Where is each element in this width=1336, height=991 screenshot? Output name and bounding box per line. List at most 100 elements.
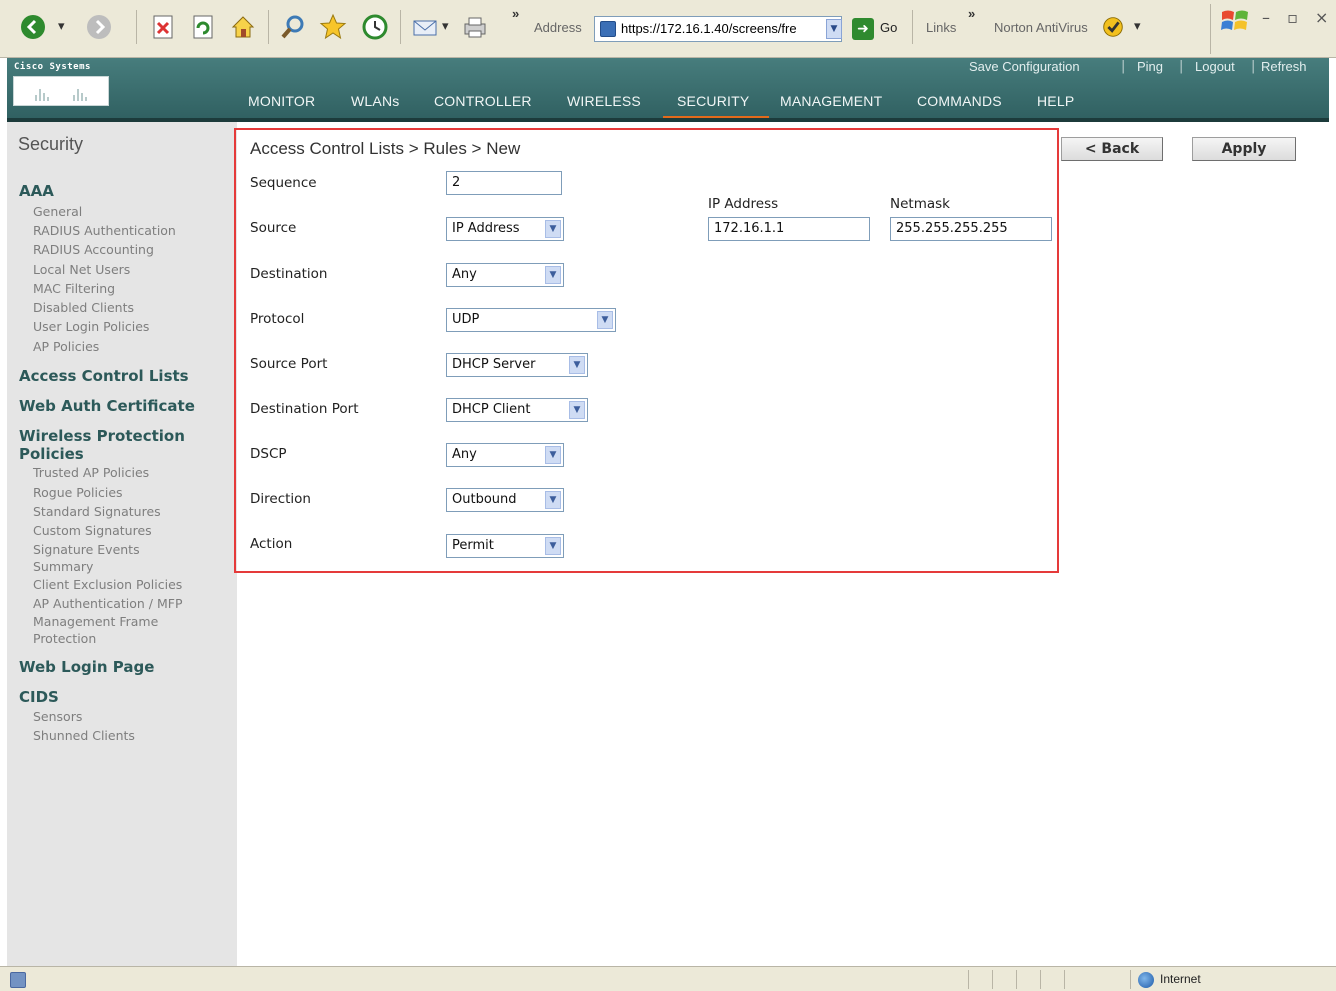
sidebar-item-management-frame[interactable]: Management Frame [33, 614, 158, 629]
sidebar-item-radius-accounting[interactable]: RADIUS Accounting [33, 242, 154, 257]
sidebar-item-user-login-policies[interactable]: User Login Policies [33, 319, 149, 334]
nav-help[interactable]: HELP [1037, 93, 1074, 109]
sidebar-item-sensors[interactable]: Sensors [33, 709, 82, 724]
sidebar-item-general[interactable]: General [33, 204, 82, 219]
search-icon[interactable] [278, 12, 308, 42]
sidebar-item-protection[interactable]: Protection [33, 631, 96, 646]
action-select-value: Permit [452, 538, 494, 553]
sidebar-item-shunned-clients[interactable]: Shunned Clients [33, 728, 135, 743]
chevron-down-icon: ▼ [545, 446, 561, 464]
refresh-icon[interactable] [188, 12, 218, 42]
cisco-logo-icon [13, 76, 109, 106]
sidebar-section-aaa[interactable]: AAA [19, 182, 54, 200]
home-icon[interactable] [228, 12, 258, 42]
ip-address-input[interactable]: 172.16.1.1 [708, 217, 870, 241]
chevron-down-icon: ▼ [569, 356, 585, 374]
sidebar-item-ap-authentication-mfp[interactable]: AP Authentication / MFP [33, 596, 183, 611]
sidebar-section-access-control-lists[interactable]: Access Control Lists [19, 367, 189, 385]
cisco-logo-text: Cisco Systems [14, 62, 91, 72]
netmask-header: Netmask [890, 196, 950, 212]
chevron-down-icon: ▼ [545, 266, 561, 284]
sequence-label: Sequence [250, 175, 317, 191]
norton-icon[interactable] [1100, 14, 1126, 40]
sidebar-item-client-exclusion-policies[interactable]: Client Exclusion Policies [33, 577, 182, 592]
print-icon[interactable] [460, 12, 490, 42]
breadcrumb: Access Control Lists > Rules > New [250, 139, 521, 158]
protocol-label: Protocol [250, 311, 305, 327]
direction-label: Direction [250, 491, 311, 507]
go-button[interactable]: Go [880, 20, 897, 35]
save-configuration-link[interactable]: Save Configuration [969, 59, 1080, 74]
source-select[interactable]: IP Address ▼ [446, 217, 564, 241]
dscp-select-value: Any [452, 447, 477, 462]
action-select[interactable]: Permit ▼ [446, 534, 564, 558]
forward-icon[interactable] [84, 12, 114, 42]
go-icon[interactable]: ➜ [852, 18, 874, 40]
sidebar-title: Security [18, 134, 84, 154]
nav-commands[interactable]: COMMANDS [917, 93, 1002, 109]
sidebar-section-web-login-page[interactable]: Web Login Page [19, 658, 154, 676]
sidebar-section-policies[interactable]: Policies [19, 445, 84, 463]
nav-management[interactable]: MANAGEMENT [780, 93, 882, 109]
destination-port-select[interactable]: DHCP Client ▼ [446, 398, 588, 422]
chevron-down-icon: ▼ [545, 491, 561, 509]
sidebar-section-wireless-protection[interactable]: Wireless Protection [19, 427, 185, 445]
dscp-label: DSCP [250, 446, 287, 462]
source-select-value: IP Address [452, 221, 520, 236]
sidebar-section-web-auth-certificate[interactable]: Web Auth Certificate [19, 397, 195, 415]
page-status-icon [10, 972, 26, 988]
action-label: Action [250, 536, 293, 552]
protocol-select[interactable]: UDP ▼ [446, 308, 616, 332]
netmask-input[interactable]: 255.255.255.255 [890, 217, 1052, 241]
sequence-input[interactable]: 2 [446, 171, 562, 195]
favorites-icon[interactable] [318, 12, 348, 42]
nav-monitor[interactable]: MONITOR [248, 93, 315, 109]
chevron-down-icon: ▼ [545, 537, 561, 555]
acl-rule-form: Access Control Lists > Rules > New Seque… [234, 128, 1059, 573]
source-port-select[interactable]: DHCP Server ▼ [446, 353, 588, 377]
logout-link[interactable]: Logout [1195, 59, 1235, 74]
dscp-select[interactable]: Any ▼ [446, 443, 564, 467]
address-label: Address [534, 20, 582, 35]
sidebar-item-custom-signatures[interactable]: Custom Signatures [33, 523, 152, 538]
back-icon[interactable] [18, 12, 48, 42]
address-input[interactable]: https://172.16.1.40/screens/fre [594, 16, 842, 42]
destination-label: Destination [250, 266, 328, 282]
sidebar-item-local-net-users[interactable]: Local Net Users [33, 262, 130, 277]
direction-select[interactable]: Outbound ▼ [446, 488, 564, 512]
sidebar-item-summary[interactable]: Summary [33, 559, 93, 574]
refresh-link[interactable]: Refresh [1261, 59, 1307, 74]
back-button[interactable]: < Back [1061, 137, 1163, 161]
mail-icon[interactable] [410, 12, 440, 42]
page-icon [600, 21, 616, 37]
history-icon[interactable] [360, 12, 390, 42]
sidebar-item-rogue-policies[interactable]: Rogue Policies [33, 485, 123, 500]
direction-select-value: Outbound [452, 492, 517, 507]
nav-wireless[interactable]: WIRELESS [567, 93, 641, 109]
window-controls[interactable]: – ▫ × [1262, 8, 1334, 27]
app-header: Cisco Systems Save Configuration | Ping … [7, 58, 1329, 122]
sidebar-item-radius-authentication[interactable]: RADIUS Authentication [33, 223, 176, 238]
apply-button[interactable]: Apply [1192, 137, 1296, 161]
sidebar-item-trusted-ap-policies[interactable]: Trusted AP Policies [33, 465, 149, 480]
sidebar-item-disabled-clients[interactable]: Disabled Clients [33, 300, 134, 315]
internet-zone-icon [1138, 972, 1154, 988]
ping-link[interactable]: Ping [1137, 59, 1163, 74]
links-label[interactable]: Links [926, 20, 956, 35]
ip-address-header: IP Address [708, 196, 779, 212]
sidebar-item-signature-events[interactable]: Signature Events [33, 542, 140, 557]
sidebar-item-mac-filtering[interactable]: MAC Filtering [33, 281, 115, 296]
chevron-down-icon: ▼ [545, 220, 561, 238]
norton-label[interactable]: Norton AntiVirus [994, 20, 1088, 35]
sidebar-item-standard-signatures[interactable]: Standard Signatures [33, 504, 161, 519]
destination-port-select-value: DHCP Client [452, 402, 531, 417]
sidebar-item-ap-policies[interactable]: AP Policies [33, 339, 99, 354]
destination-select[interactable]: Any ▼ [446, 263, 564, 287]
nav-security[interactable]: SECURITY [677, 93, 749, 109]
protocol-select-value: UDP [452, 312, 480, 327]
address-dropdown-icon[interactable]: ▼ [826, 19, 842, 39]
stop-icon[interactable] [148, 12, 178, 42]
nav-wlans[interactable]: WLANs [351, 93, 399, 109]
sidebar-section-cids[interactable]: CIDS [19, 688, 59, 706]
nav-controller[interactable]: CONTROLLER [434, 93, 532, 109]
